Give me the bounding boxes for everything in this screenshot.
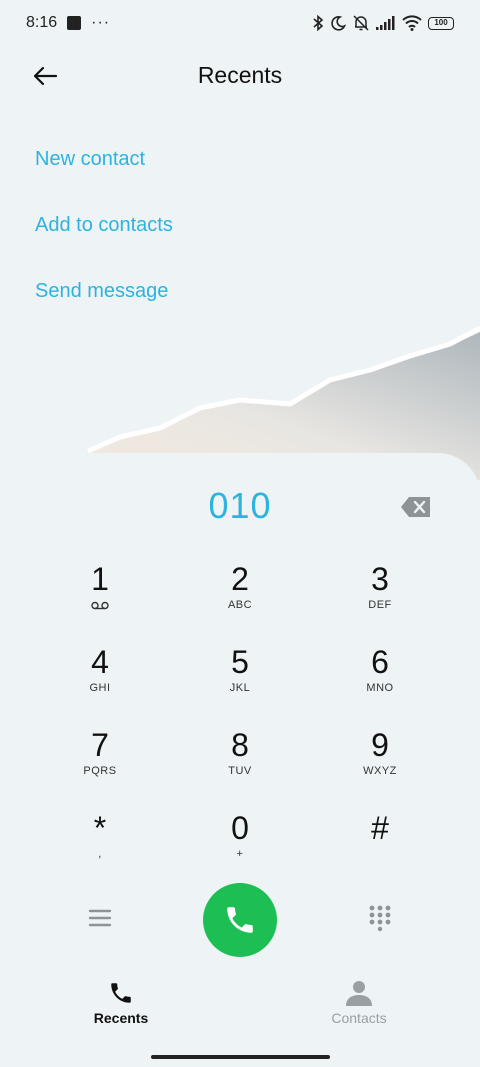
key-hash[interactable]: # bbox=[330, 810, 430, 876]
voicemail-icon bbox=[91, 601, 109, 610]
key-letters: MNO bbox=[366, 682, 394, 694]
send-message-link[interactable]: Send message bbox=[35, 280, 168, 303]
key-2[interactable]: 2 ABC bbox=[190, 561, 290, 627]
key-digit: 1 bbox=[91, 561, 109, 597]
key-star[interactable]: * , bbox=[50, 810, 150, 876]
key-letters: WXYZ bbox=[363, 765, 397, 777]
add-to-contacts-link[interactable]: Add to contacts bbox=[35, 214, 173, 237]
key-3[interactable]: 3 DEF bbox=[330, 561, 430, 627]
key-letters: JKL bbox=[229, 682, 251, 694]
battery-icon: 100 bbox=[428, 16, 454, 30]
tab-label: Recents bbox=[93, 1010, 149, 1026]
wifi-icon bbox=[402, 15, 422, 31]
tab-recents[interactable]: Recents bbox=[61, 980, 181, 1030]
key-digit: 6 bbox=[371, 644, 389, 680]
status-bar: 8:16 ··· 100 bbox=[0, 0, 480, 46]
key-digit: 4 bbox=[91, 644, 109, 680]
key-digit: 7 bbox=[91, 727, 109, 763]
tab-contacts[interactable]: Contacts bbox=[299, 980, 419, 1030]
key-letters: TUV bbox=[228, 765, 252, 777]
bell-off-icon bbox=[353, 15, 369, 31]
key-digit: 2 bbox=[231, 561, 249, 597]
menu-icon bbox=[88, 909, 112, 927]
key-digit: 8 bbox=[231, 727, 249, 763]
key-5[interactable]: 5 JKL bbox=[190, 644, 290, 710]
moon-icon bbox=[331, 16, 346, 31]
menu-button[interactable] bbox=[88, 908, 112, 928]
dialpad-icon bbox=[369, 905, 391, 932]
page-title: Recents bbox=[197, 62, 283, 88]
key-6[interactable]: 6 MNO bbox=[330, 644, 430, 710]
header: Recents bbox=[0, 56, 480, 96]
key-digit: 9 bbox=[371, 727, 389, 763]
more-notifications-icon: ··· bbox=[91, 14, 111, 31]
key-digit: # bbox=[371, 810, 389, 846]
battery-level: 100 bbox=[434, 18, 448, 27]
status-time: 8:16 bbox=[26, 14, 58, 31]
key-7[interactable]: 7 PQRS bbox=[50, 727, 150, 793]
key-9[interactable]: 9 WXYZ bbox=[330, 727, 430, 793]
keypad-toggle-button[interactable] bbox=[369, 905, 391, 932]
backspace-button[interactable] bbox=[400, 496, 432, 518]
phone-icon bbox=[227, 907, 253, 933]
bluetooth-icon bbox=[313, 14, 324, 32]
notification-app-icon bbox=[67, 16, 82, 30]
key-digit: 5 bbox=[231, 644, 249, 680]
key-digit: 3 bbox=[371, 561, 389, 597]
new-contact-link[interactable]: New contact bbox=[35, 148, 145, 171]
person-icon bbox=[346, 981, 372, 1006]
key-digit: * bbox=[93, 810, 107, 846]
key-letters: PQRS bbox=[83, 765, 117, 777]
signal-icon bbox=[376, 16, 395, 30]
key-4[interactable]: 4 GHI bbox=[50, 644, 150, 710]
key-letters: GHI bbox=[89, 682, 111, 694]
phone-icon bbox=[111, 983, 131, 1003]
key-8[interactable]: 8 TUV bbox=[190, 727, 290, 793]
key-letters: ABC bbox=[227, 599, 253, 611]
dialer-panel: 010 1 2 ABC 3 DEF 4 GHI 5 JKL 6 MNO 7 PQ… bbox=[0, 453, 480, 1067]
home-indicator[interactable] bbox=[151, 1055, 330, 1059]
key-letters: , bbox=[98, 848, 102, 860]
call-button[interactable] bbox=[203, 883, 277, 957]
backspace-icon bbox=[401, 497, 430, 517]
key-1[interactable]: 1 bbox=[50, 561, 150, 627]
key-letters: + bbox=[236, 848, 244, 860]
key-digit: 0 bbox=[231, 810, 249, 846]
tab-label: Contacts bbox=[331, 1010, 387, 1026]
key-letters: DEF bbox=[368, 599, 392, 611]
key-0[interactable]: 0 + bbox=[190, 810, 290, 876]
